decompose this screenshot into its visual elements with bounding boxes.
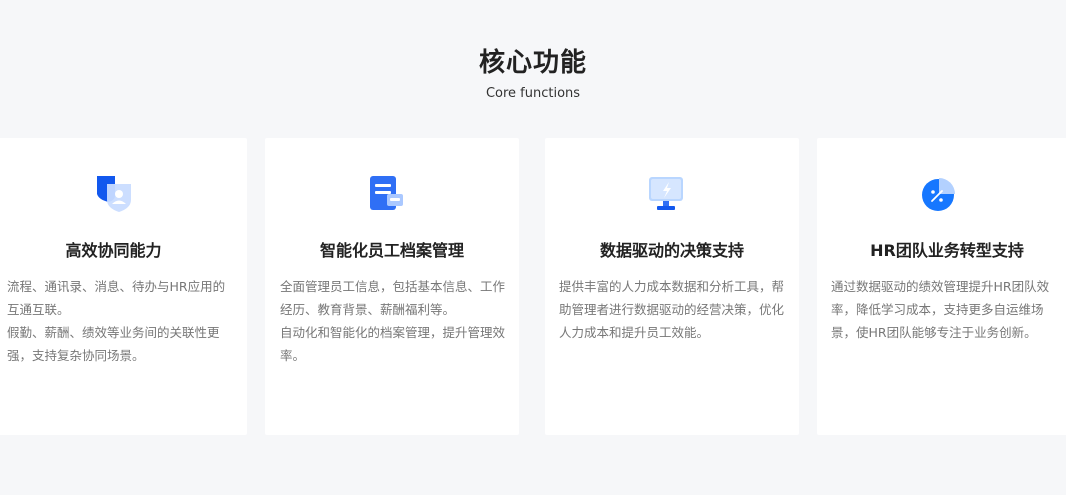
feature-card-collaboration: 高效协同能力 流程、通讯录、消息、待办与HR应用的 互通互联。 假勤、薪酬、绩效… — [0, 138, 247, 435]
description-line: 景，使HR团队能够专注于业务创新。 — [831, 325, 1037, 340]
description-line: 全面管理员工信息，包括基本信息、工作 — [280, 279, 506, 294]
card-title: 高效协同能力 — [65, 241, 162, 260]
description-line: 助管理者进行数据驱动的经营决策，优化 — [559, 302, 785, 317]
description-line: 率。 — [280, 348, 306, 363]
monitor-data-icon — [646, 174, 686, 214]
description-line: 自动化和智能化的档案管理，提升管理效 — [280, 325, 506, 340]
feature-card-employee-archive: 智能化员工档案管理 全面管理员工信息，包括基本信息、工作 经历、教育背景、薪酬福… — [265, 138, 519, 435]
description-line: 强，支持复杂协同场景。 — [7, 348, 145, 363]
card-description: 全面管理员工信息，包括基本信息、工作 经历、教育背景、薪酬福利等。 自动化和智能… — [280, 275, 505, 367]
description-line: 通过数据驱动的绩效管理提升HR团队效 — [831, 279, 1050, 294]
shield-user-icon — [95, 174, 135, 214]
description-line: 互通互联。 — [7, 302, 70, 317]
description-line: 经历、教育背景、薪酬福利等。 — [280, 302, 456, 317]
description-line: 提供丰富的人力成本数据和分析工具，帮 — [559, 279, 785, 294]
card-title: 智能化员工档案管理 — [319, 241, 464, 260]
card-description: 通过数据驱动的绩效管理提升HR团队效 率，降低学习成本，支持更多自运维场 景，使… — [831, 275, 1049, 344]
card-description: 提供丰富的人力成本数据和分析工具，帮 助管理者进行数据驱动的经营决策，优化 人力… — [559, 275, 784, 344]
card-title: HR团队业务转型支持 — [870, 241, 1024, 260]
description-line: 流程、通讯录、消息、待办与HR应用的 — [7, 279, 226, 294]
section-subtitle: Core functions — [485, 86, 581, 101]
percent-pie-icon — [919, 174, 959, 214]
document-archive-icon — [367, 174, 407, 214]
section-title: 核心功能 — [478, 48, 587, 78]
card-title: 数据驱动的决策支持 — [599, 241, 744, 260]
card-description: 流程、通讯录、消息、待办与HR应用的 互通互联。 假勤、薪酬、绩效等业务间的关联… — [7, 275, 225, 367]
description-line: 率，降低学习成本，支持更多自运维场 — [831, 302, 1044, 317]
description-line: 假勤、薪酬、绩效等业务间的关联性更 — [7, 325, 220, 340]
feature-card-data-decision: 数据驱动的决策支持 提供丰富的人力成本数据和分析工具，帮 助管理者进行数据驱动的… — [545, 138, 799, 435]
feature-card-hr-transformation: HR团队业务转型支持 通过数据驱动的绩效管理提升HR团队效 率，降低学习成本，支… — [817, 138, 1066, 435]
description-line: 人力成本和提升员工效能。 — [559, 325, 710, 340]
